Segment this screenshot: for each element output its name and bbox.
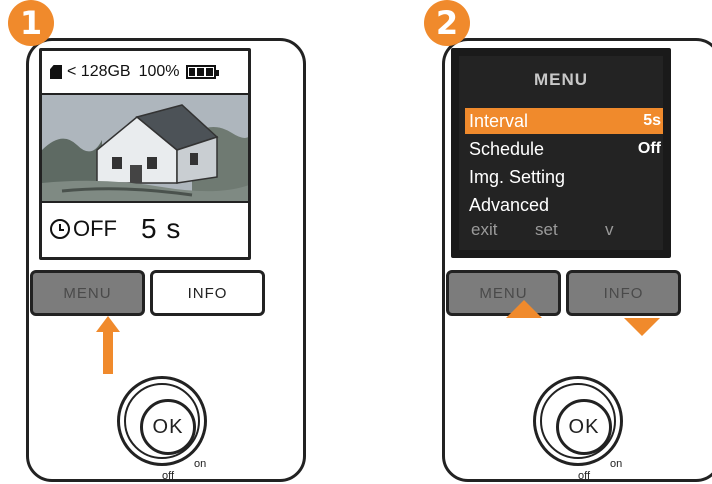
- menu-footer: exit set v: [471, 220, 655, 240]
- timer-display: OFF 5 s: [42, 201, 248, 257]
- button-row: MENU INFO: [30, 270, 268, 316]
- info-button[interactable]: INFO: [566, 270, 681, 316]
- menu-item-label: Interval: [469, 111, 529, 131]
- preview-photo: [42, 93, 248, 203]
- menu-item-value: Off: [637, 140, 661, 157]
- footer-set: set: [535, 220, 558, 239]
- menu-item-schedule[interactable]: Schedule Off: [465, 136, 663, 162]
- arrow-up-icon: [96, 316, 120, 374]
- menu-title: MENU: [533, 70, 589, 89]
- triangle-down-icon: [624, 318, 660, 336]
- menu-item-img-setting[interactable]: Img. Setting: [465, 164, 663, 190]
- storage-label: < 128GB: [67, 63, 131, 80]
- step-2-panel: 2 MENU Interval 5s Schedule Off Img. Set…: [424, 0, 712, 484]
- status-bar: < 128GB 100%: [42, 51, 248, 93]
- menu-item-label: Schedule: [469, 139, 545, 159]
- power-dial[interactable]: OK: [117, 376, 207, 466]
- step-number-badge: 1: [8, 0, 54, 46]
- menu-item-advanced[interactable]: Advanced: [465, 192, 663, 218]
- ok-button[interactable]: OK: [140, 399, 196, 455]
- menu-button[interactable]: MENU: [30, 270, 145, 316]
- switch-on-label: on: [610, 458, 623, 470]
- footer-exit: exit: [471, 220, 498, 239]
- info-button[interactable]: INFO: [150, 270, 265, 316]
- menu-button[interactable]: MENU: [446, 270, 561, 316]
- clock-icon: [50, 219, 70, 239]
- camera-screen: MENU Interval 5s Schedule Off Img. Setti…: [451, 48, 671, 258]
- menu-item-interval[interactable]: Interval 5s: [465, 108, 663, 134]
- dial-ring: OK: [124, 383, 200, 459]
- menu-item-label: Img. Setting: [469, 167, 566, 187]
- switch-off-label: off: [578, 470, 591, 482]
- battery-percent: 100%: [138, 63, 180, 80]
- sd-card-icon: [50, 65, 62, 79]
- menu-item-value: 5s: [643, 112, 661, 129]
- timer-state: OFF: [73, 216, 117, 241]
- step-1-panel: 1 < 128GB 100% OFF 5 s MENU INFO OK off …: [8, 0, 308, 484]
- dial-ring: OK: [540, 383, 616, 459]
- switch-on-label: on: [194, 458, 207, 470]
- button-row: MENU INFO: [446, 270, 684, 316]
- power-dial[interactable]: OK: [533, 376, 623, 466]
- triangle-up-icon: [506, 300, 542, 318]
- step-number-badge: 2: [424, 0, 470, 46]
- battery-icon: [185, 65, 219, 79]
- switch-off-label: off: [162, 470, 175, 482]
- menu-item-label: Advanced: [469, 195, 550, 215]
- timer-value: 5 s: [141, 213, 182, 244]
- ok-button[interactable]: OK: [556, 399, 612, 455]
- camera-screen: < 128GB 100% OFF 5 s: [39, 48, 251, 260]
- footer-down: v: [605, 220, 614, 239]
